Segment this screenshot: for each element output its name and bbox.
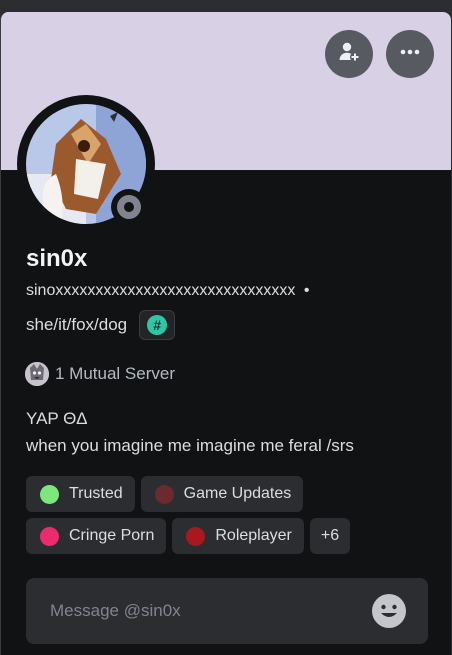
display-name: sin0x [26, 245, 88, 272]
more-options-button[interactable] [386, 30, 434, 78]
emoji-icon [373, 595, 405, 627]
username[interactable]: sinoxxxxxxxxxxxxxxxxxxxxxxxxxxxxxx [26, 282, 295, 299]
username-separator: • [303, 282, 310, 299]
role-color-dot [40, 526, 59, 546]
role-label: Game Updates [183, 485, 292, 502]
offline-status-icon [117, 195, 141, 219]
emoji-button[interactable] [372, 594, 406, 628]
roles-row: Trusted Game Updates [26, 476, 426, 512]
role-trusted[interactable]: Trusted [26, 476, 135, 512]
role-color-dot [154, 484, 174, 504]
profile-card: sin0x sinoxxxxxxxxxxxxxxxxxxxxxxxxxxxxxx… [0, 12, 451, 655]
more-icon [398, 40, 422, 69]
role-game-updates[interactable]: Game Updates [140, 476, 304, 512]
bio-line: when you imagine me imagine me feral /sr… [26, 436, 354, 455]
bio: YAP ΘΔ when you imagine me imagine me fe… [26, 405, 354, 459]
add-friend-icon [337, 40, 361, 69]
hash-icon: # [147, 315, 168, 335]
role-label: Trusted [69, 485, 123, 502]
server-icon [25, 362, 49, 386]
message-input[interactable] [50, 601, 350, 621]
avatar[interactable] [17, 95, 155, 233]
role-roleplayer[interactable]: Roleplayer [172, 518, 304, 554]
mutual-servers[interactable]: 1 Mutual Server [25, 362, 175, 386]
pronoun-row: she/it/fox/dog # [26, 310, 176, 340]
role-color-dot [186, 526, 206, 546]
pronouns: she/it/fox/dog [26, 315, 128, 334]
role-label: Cringe Porn [69, 527, 155, 544]
profile-badge[interactable]: # [139, 310, 176, 340]
more-roles-button[interactable]: +6 [309, 518, 351, 554]
status-indicator [111, 189, 147, 225]
role-label: Roleplayer [215, 527, 292, 544]
username-row: sinoxxxxxxxxxxxxxxxxxxxxxxxxxxxxxx • [26, 282, 309, 300]
add-friend-button[interactable] [325, 30, 373, 78]
mutual-servers-label: 1 Mutual Server [55, 364, 175, 383]
roles-row: Cringe Porn Roleplayer +6 [26, 518, 426, 554]
bio-line: YAP ΘΔ [26, 409, 88, 428]
message-box [26, 578, 428, 644]
roles-list: Trusted Game Updates Cringe Porn Rolepla… [26, 476, 426, 560]
role-color-dot [40, 484, 59, 504]
role-cringe-porn[interactable]: Cringe Porn [26, 518, 167, 554]
